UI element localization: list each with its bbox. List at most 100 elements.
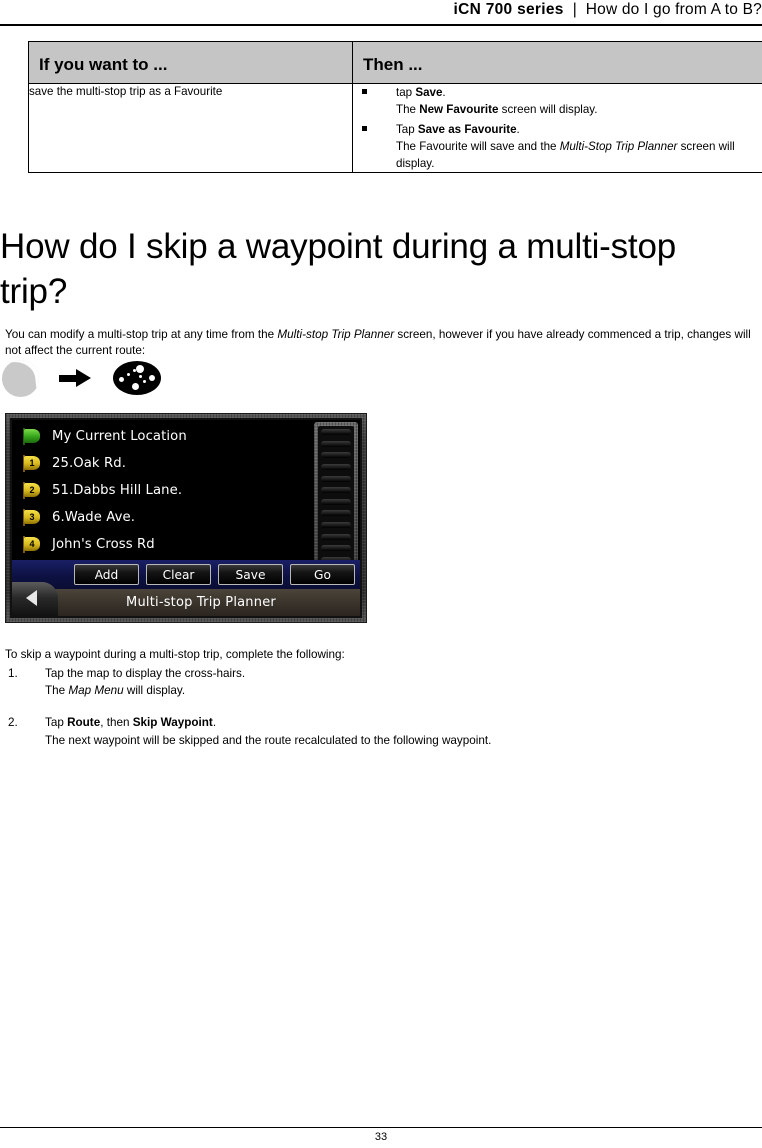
header-product-name: iCN 700 series (453, 1, 564, 18)
flag-cloth (24, 429, 40, 443)
bullet-text-pre: tap (396, 86, 416, 99)
flag-cloth: 4 (24, 537, 40, 551)
bullet-subtext-bold: New Favourite (419, 103, 499, 117)
square-bullet-icon (362, 126, 367, 132)
grip-rib (321, 475, 351, 482)
page-number: 33 (374, 1131, 388, 1143)
list-item: Tap Save as Favourite. The Favourite wil… (353, 121, 762, 172)
trip-dot (139, 375, 142, 378)
add-button[interactable]: Add (74, 564, 139, 585)
grip-rib (321, 452, 351, 459)
page-title: How do I skip a waypoint during a multi-… (0, 227, 676, 311)
step-result-pre: The (45, 684, 69, 698)
grip-rib (321, 487, 351, 494)
waypoint-label: John's Cross Rd (52, 537, 155, 552)
intro-paragraph: You can modify a multi-stop trip at any … (5, 327, 751, 359)
scroll-grip-panel[interactable] (314, 422, 358, 570)
waypoint-flag-icon: 4 (22, 535, 43, 554)
grip-rib (321, 510, 351, 517)
step-2: 2. Tap Route, then Skip Waypoint. The ne… (5, 714, 745, 748)
list-item[interactable]: 4 John's Cross Rd (15, 531, 305, 558)
header-divider (0, 24, 762, 26)
waypoint-flag-icon: 3 (22, 508, 43, 527)
road-curve-shape (9, 359, 39, 396)
step-action-bold-route: Route (67, 716, 101, 730)
grip-rib (321, 545, 351, 552)
bullet-subtext-pre: The (396, 103, 420, 117)
intro-text-pre: You can modify a multi-stop trip at any … (5, 327, 278, 341)
list-item[interactable]: My Current Location (15, 423, 305, 450)
waypoint-flag-icon: 2 (22, 481, 43, 500)
step-result-italic: Map Menu (68, 684, 124, 698)
grip-rib (321, 533, 351, 540)
trip-dot (127, 373, 130, 376)
bullet-text-bold: Save as Favourite (417, 123, 517, 137)
table-row: save the multi-stop trip as a Favourite … (28, 82, 762, 174)
scroll-grip-inner (318, 426, 354, 566)
waypoint-label: 6.Wade Ave. (52, 510, 135, 525)
trip-dot (136, 365, 144, 373)
step-number: 1. (8, 667, 18, 680)
grip-rib (321, 463, 351, 470)
step-number: 2. (8, 716, 18, 730)
footer-divider (0, 1127, 762, 1128)
arrow-right-icon (59, 368, 91, 388)
flag-cloth: 3 (24, 510, 40, 524)
step-action-mid: , then (100, 716, 133, 730)
go-button[interactable]: Go (290, 564, 355, 585)
waypoint-label: 25.Oak Rd. (52, 456, 126, 471)
trip-dot (119, 377, 124, 382)
road-map-icon (2, 359, 39, 397)
arrow-head (76, 369, 91, 387)
header-chapter-title: How do I go from A to B? (585, 1, 762, 18)
waypoint-label: My Current Location (52, 429, 187, 444)
step-1: 1. Tap the map to display the cross-hair… (5, 665, 745, 699)
save-button[interactable]: Save (218, 564, 283, 585)
trip-dot (143, 380, 146, 383)
column-header-then: Then ... (352, 41, 762, 84)
list-item[interactable]: 1 25.Oak Rd. (15, 450, 305, 477)
waypoint-flag-icon: 1 (22, 454, 43, 473)
device-screen: My Current Location 1 25.Oak Rd. 2 51.Da… (10, 418, 362, 618)
trip-dot (149, 375, 155, 381)
device-screenshot: My Current Location 1 25.Oak Rd. 2 51.Da… (5, 413, 367, 623)
multi-stop-trip-icon (113, 361, 161, 395)
bullet-subtext-post: screen will display. (498, 103, 598, 117)
square-bullet-icon (362, 89, 367, 94)
clear-button[interactable]: Clear (146, 564, 211, 585)
bullet-subtext-pre: The Favourite will save and the (396, 140, 560, 154)
step-result: The next waypoint will be skipped and th… (45, 733, 492, 747)
device-screen-title: Multi-stop Trip Planner (126, 595, 276, 610)
step-action-post: . (212, 716, 217, 730)
grip-rib (321, 498, 351, 505)
list-item: tap Save. The New Favourite screen will … (353, 84, 762, 118)
header-separator: | (572, 1, 577, 18)
grip-rib (321, 429, 351, 435)
table-cell-condition: save the multi-stop trip as a Favourite (28, 82, 353, 174)
step-result-post: will display. (123, 684, 186, 698)
table-header-row: If you want to ... Then ... (28, 41, 762, 84)
intro-text-italic: Multi-stop Trip Planner (277, 327, 395, 341)
bullet-text-pre: Tap (396, 123, 418, 137)
back-button[interactable] (12, 582, 58, 616)
step-action: Tap the map to display the cross-hairs. (45, 667, 246, 680)
chevron-left-icon (26, 590, 37, 606)
grip-rib (321, 522, 351, 528)
bullet-subtext-italic: Multi-Stop Trip Planner (559, 140, 678, 154)
step-action-pre: Tap (45, 716, 68, 730)
trip-dot (132, 383, 139, 390)
list-item[interactable]: 2 51.Dabbs Hill Lane. (15, 477, 305, 504)
bullet-text-post: . (516, 123, 520, 137)
procedure-lead-in: To skip a waypoint during a multi-stop t… (5, 647, 345, 661)
navigation-icon-sequence (2, 356, 302, 400)
waypoint-list[interactable]: My Current Location 1 25.Oak Rd. 2 51.Da… (15, 423, 305, 568)
waypoint-label: 51.Dabbs Hill Lane. (52, 483, 183, 498)
procedure-steps: 1. Tap the map to display the cross-hair… (5, 665, 745, 764)
device-title-bar: Multi-stop Trip Planner (12, 589, 360, 616)
column-header-if-you-want-to: If you want to ... (28, 41, 353, 84)
flag-cloth: 2 (24, 483, 40, 497)
list-item[interactable]: 3 6.Wade Ave. (15, 504, 305, 531)
flag-cloth: 1 (24, 456, 40, 470)
table-cell-actions: tap Save. The New Favourite screen will … (352, 82, 762, 174)
start-flag-icon (22, 427, 43, 446)
